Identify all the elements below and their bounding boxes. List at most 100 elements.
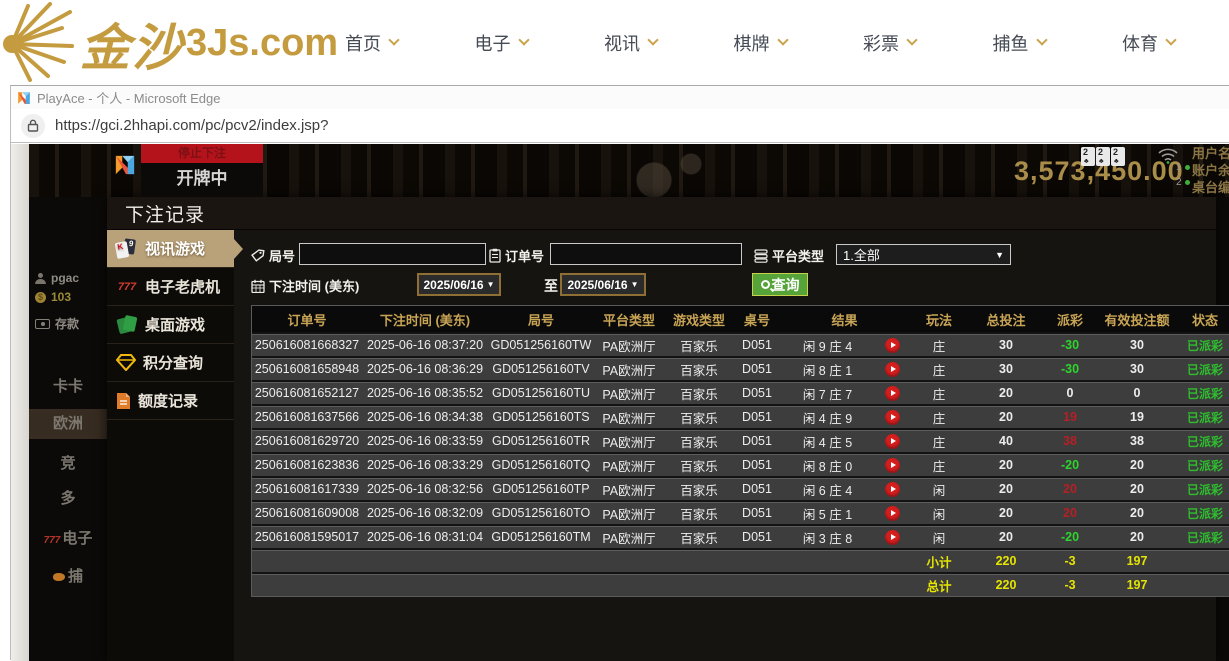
sidebar-label: 视讯游戏 bbox=[145, 238, 205, 259]
cell-valid: 30 bbox=[1097, 362, 1177, 376]
page-left-gutter bbox=[11, 144, 29, 661]
col-valid: 有效投注额 bbox=[1097, 310, 1177, 329]
table-row: 250616081637566 2025-06-16 08:34:38 GD05… bbox=[252, 406, 1229, 428]
play-video-button[interactable] bbox=[885, 338, 900, 353]
cell-platform: PA欧洲厅 bbox=[594, 456, 664, 475]
address-bar[interactable]: https://gci.2hhapi.com/pc/pcv2/index.jsp… bbox=[11, 109, 1229, 143]
cell-result: 闲 8 庄 0 bbox=[780, 456, 875, 475]
cell-playtype: 庄 bbox=[909, 408, 969, 427]
cell-status: 已派彩 bbox=[1177, 529, 1229, 546]
sidebar-item-table-games[interactable]: 桌面游戏 bbox=[107, 306, 234, 344]
cell-round: GD051256160TS bbox=[488, 410, 594, 424]
cell-bet: 20 bbox=[969, 386, 1043, 400]
col-result: 结果 bbox=[780, 310, 909, 329]
modal-title-bar: 下注记录 bbox=[107, 197, 1216, 230]
club-suit-icon: ♣ bbox=[1114, 157, 1125, 166]
deposit-button[interactable]: 存款 bbox=[35, 315, 79, 332]
bg-menu-item: 多 bbox=[29, 487, 107, 508]
play-video-button[interactable] bbox=[885, 434, 900, 449]
sidebar-item-live-games[interactable]: 9K 视讯游戏 bbox=[107, 230, 234, 268]
cell-time: 2025-06-16 08:36:29 bbox=[362, 362, 488, 376]
play-video-button[interactable] bbox=[885, 530, 900, 545]
cell-playtype: 庄 bbox=[909, 456, 969, 475]
playing-card: 2♣ bbox=[1081, 147, 1095, 166]
green-dot-icon bbox=[1185, 180, 1190, 185]
background-left-column: pgac $ 103 存款 卡卡 欧洲 竞 多 777电子 捕 bbox=[29, 197, 107, 661]
sidebar-label: 电子老虎机 bbox=[145, 276, 220, 297]
popup-window: PlayAce - 个人 - Microsoft Edge https://gc… bbox=[10, 85, 1229, 660]
chevron-down-icon bbox=[1165, 34, 1176, 45]
sidebar-label: 桌面游戏 bbox=[145, 314, 205, 335]
round-number-label: 局号 bbox=[251, 246, 295, 265]
play-icon bbox=[891, 342, 896, 348]
window-title: PlayAce - 个人 - Microsoft Edge bbox=[37, 88, 221, 107]
chevron-down-icon bbox=[777, 34, 788, 45]
play-video-button[interactable] bbox=[885, 362, 900, 377]
sidebar-item-points-query[interactable]: 积分查询 bbox=[107, 344, 234, 382]
cell-payout: 0 bbox=[1043, 386, 1097, 400]
play-video-button[interactable] bbox=[885, 482, 900, 497]
bg-menu-item: 竞 bbox=[29, 452, 107, 473]
nav-item-fishing[interactable]: 捕鱼 bbox=[993, 30, 1046, 56]
subtotal-valid: 197 bbox=[1097, 554, 1177, 568]
sidebar-item-slot-machines[interactable]: 777 电子老虎机 bbox=[107, 268, 234, 306]
cell-valid: 20 bbox=[1097, 530, 1177, 544]
date-from-select[interactable]: 2025/06/16 ▼ bbox=[417, 273, 501, 296]
cell-table: D051 bbox=[734, 530, 780, 544]
order-number-input[interactable] bbox=[550, 243, 742, 265]
cell-order: 250616081623836 bbox=[252, 458, 362, 472]
total-bet: 220 bbox=[969, 578, 1043, 592]
table-row: 250616081668327 2025-06-16 08:37:20 GD05… bbox=[252, 334, 1229, 356]
modal-title: 下注记录 bbox=[125, 200, 205, 227]
platform-type-select[interactable]: 1.全部 ▼ bbox=[836, 244, 1011, 265]
cell-order: 250616081637566 bbox=[252, 410, 362, 424]
cell-platform: PA欧洲厅 bbox=[594, 408, 664, 427]
col-round: 局号 bbox=[488, 310, 594, 329]
play-video-button[interactable] bbox=[885, 458, 900, 473]
modal-content: 局号 订单号 bbox=[234, 230, 1216, 661]
play-video-button[interactable] bbox=[885, 506, 900, 521]
col-table: 桌号 bbox=[734, 310, 780, 329]
window-title-bar: PlayAce - 个人 - Microsoft Edge bbox=[11, 86, 1229, 109]
nav-item-lottery[interactable]: 彩票 bbox=[863, 30, 916, 56]
cell-playtype: 庄 bbox=[909, 384, 969, 403]
table-row: 250616081629720 2025-06-16 08:33:59 GD05… bbox=[252, 430, 1229, 452]
cell-table: D051 bbox=[734, 506, 780, 520]
col-playtype: 玩法 bbox=[909, 310, 969, 329]
table-row: 250616081658948 2025-06-16 08:36:29 GD05… bbox=[252, 358, 1229, 380]
chevron-down-icon bbox=[647, 34, 658, 45]
nav-item-slots[interactable]: 电子 bbox=[475, 30, 528, 56]
nav-item-live[interactable]: 视讯 bbox=[604, 30, 657, 56]
site-logo[interactable]: 金沙 3Js.com bbox=[0, 2, 338, 85]
cell-table: D051 bbox=[734, 338, 780, 352]
cell-bet: 30 bbox=[969, 338, 1043, 352]
opening-cards-banner: 开牌中 bbox=[141, 163, 263, 197]
dropdown-arrow-icon: ▼ bbox=[487, 280, 495, 289]
table-body: 250616081668327 2025-06-16 08:37:20 GD05… bbox=[252, 334, 1229, 548]
play-video-button[interactable] bbox=[885, 410, 900, 425]
cell-order: 250616081658948 bbox=[252, 362, 362, 376]
cell-status: 已派彩 bbox=[1177, 385, 1229, 402]
cell-game: 百家乐 bbox=[664, 336, 734, 355]
bet-time-label: 下注时间 (美东) bbox=[251, 276, 359, 295]
nav-item-home[interactable]: 首页 bbox=[345, 30, 398, 56]
cell-game: 百家乐 bbox=[664, 528, 734, 547]
play-video-button[interactable] bbox=[885, 386, 900, 401]
date-to-select[interactable]: 2025/06/16 ▼ bbox=[560, 273, 646, 296]
nav-item-sports[interactable]: 体育 bbox=[1122, 30, 1175, 56]
cell-payout: -20 bbox=[1043, 530, 1097, 544]
sidebar-item-quota-record[interactable]: 额度记录 bbox=[107, 382, 234, 420]
subtotal-label: 小计 bbox=[909, 552, 969, 571]
logo-text-en: 3Js.com bbox=[186, 22, 338, 65]
round-number-input[interactable] bbox=[299, 243, 486, 265]
cell-order: 250616081629720 bbox=[252, 434, 362, 448]
nav-item-poker[interactable]: 棋牌 bbox=[734, 30, 787, 56]
lock-icon[interactable] bbox=[21, 114, 45, 138]
cell-table: D051 bbox=[734, 410, 780, 424]
cell-playtype: 庄 bbox=[909, 432, 969, 451]
search-button[interactable]: 查询 bbox=[752, 273, 808, 296]
cell-payout: 38 bbox=[1043, 434, 1097, 448]
bg-menu-item-active: 欧洲 bbox=[29, 409, 107, 439]
cell-round: GD051256160TV bbox=[488, 362, 594, 376]
cell-platform: PA欧洲厅 bbox=[594, 528, 664, 547]
